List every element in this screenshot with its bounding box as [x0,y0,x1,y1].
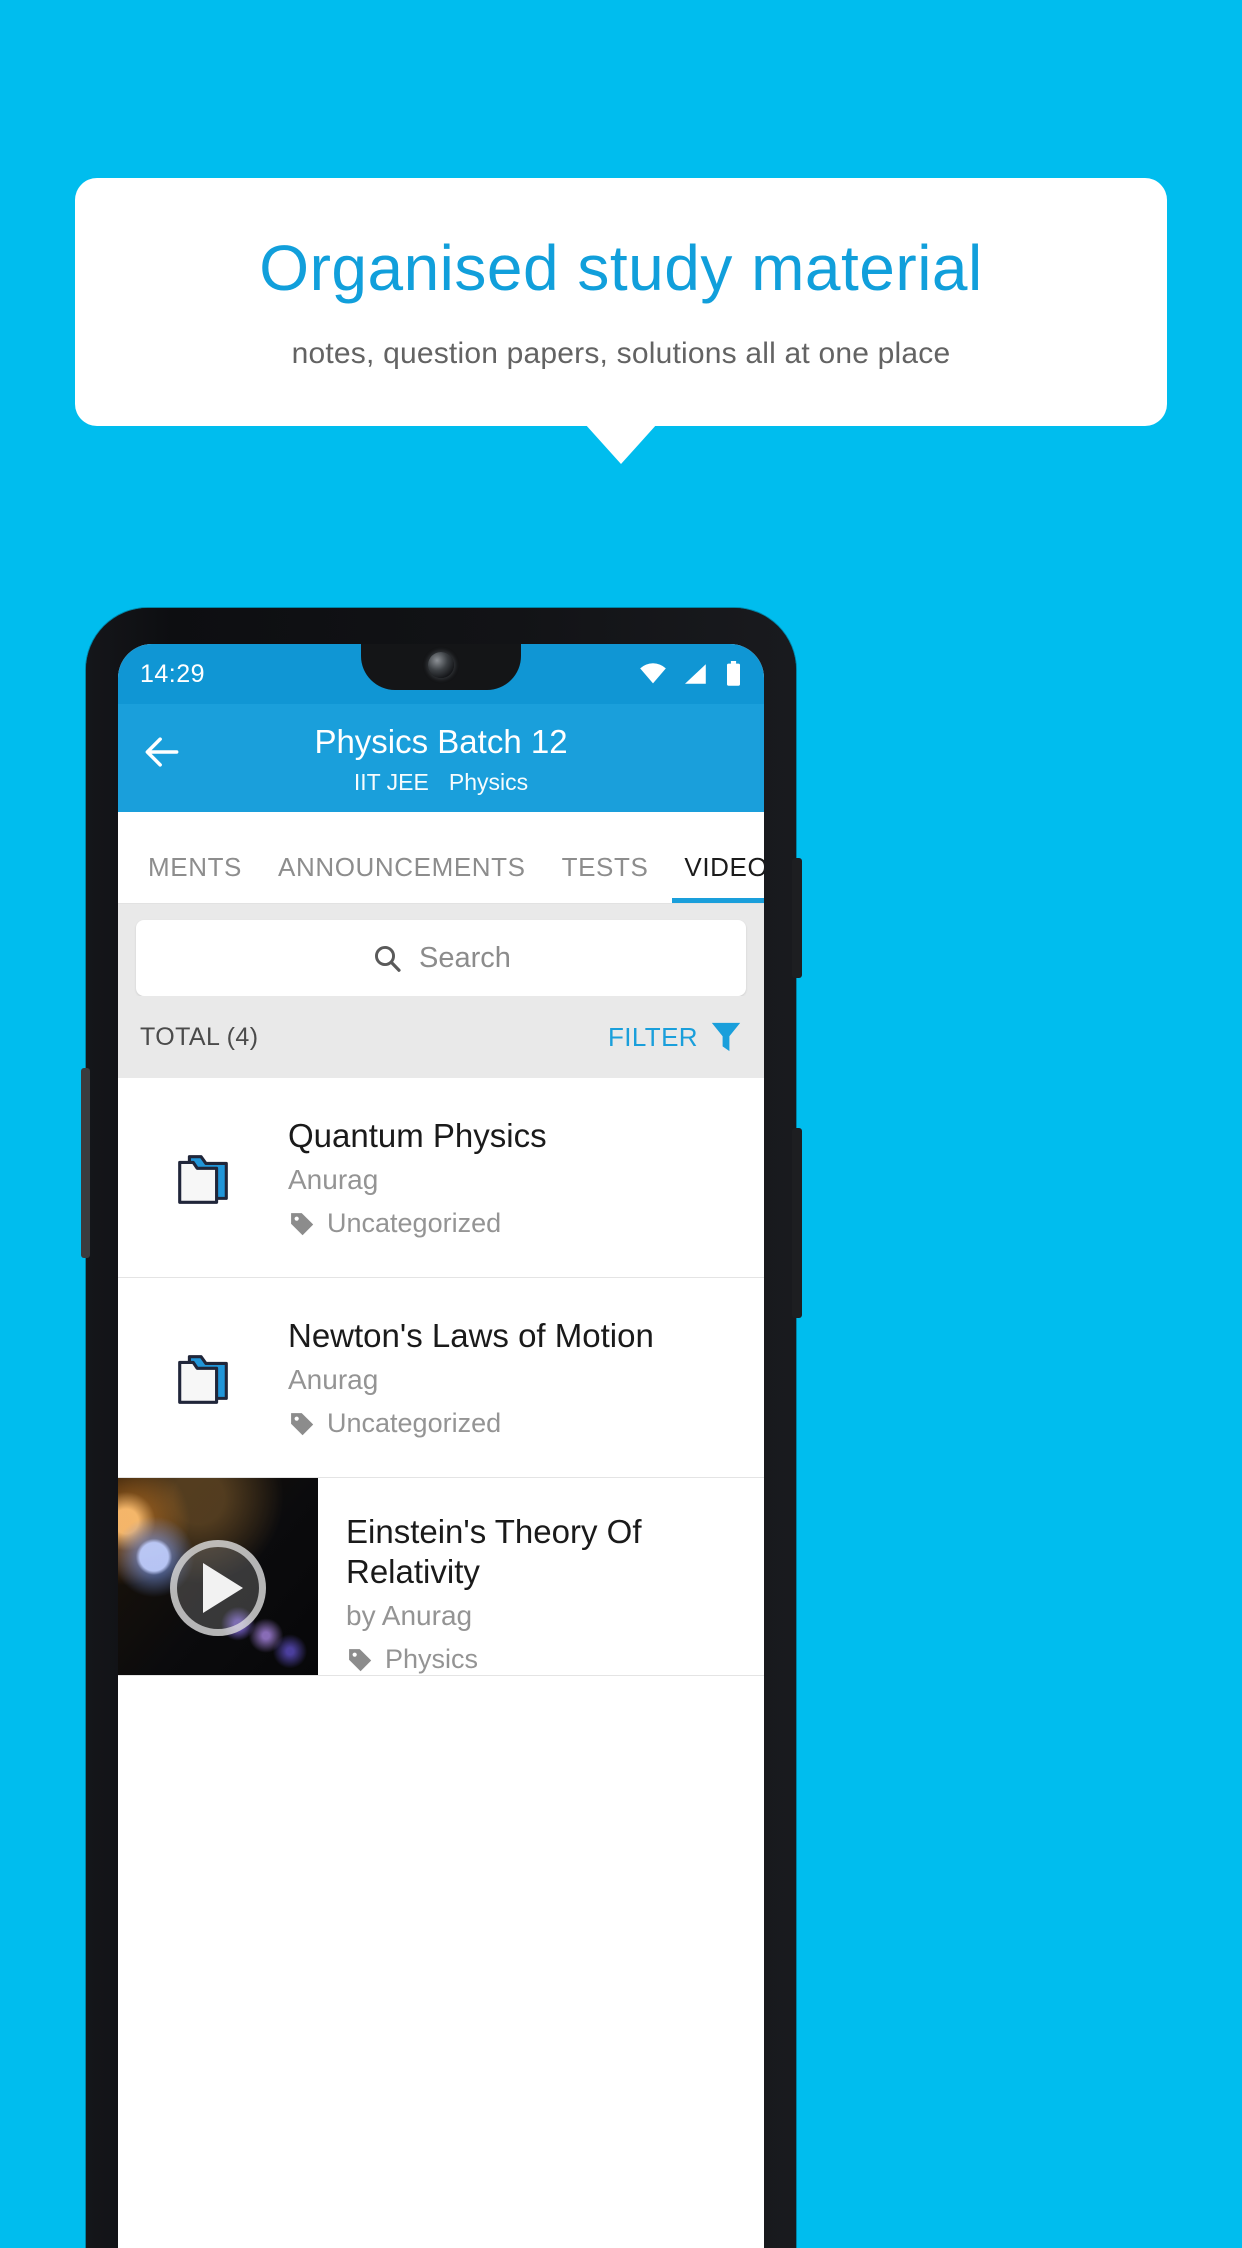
list-item[interactable]: Quantum Physics Anurag Uncategorized [118,1078,764,1278]
back-arrow-icon[interactable] [140,730,184,774]
list-item-text: Newton's Laws of Motion Anurag Uncategor… [288,1316,764,1440]
folder-icon [178,1154,228,1204]
list-item-icon [118,1145,288,1211]
list-toolbar: TOTAL (4) FILTER [118,996,764,1078]
list-item-title: Newton's Laws of Motion [288,1316,654,1354]
list-item-author: by Anurag [346,1600,473,1632]
promo-screenshot: Organised study material notes, question… [0,0,1242,2248]
promo-callout-bubble: Organised study material notes, question… [75,178,1167,426]
app-bar-titles: Physics Batch 12 IIT JEE Physics [118,720,764,796]
tab-tests[interactable]: TESTS [544,852,667,903]
phone-volume-button[interactable] [792,858,802,978]
wifi-icon [640,663,666,684]
battery-icon [727,661,740,686]
tab-bar: MENTS ANNOUNCEMENTS TESTS VIDEOS [118,812,764,904]
page-title: Physics Batch 12 [314,722,568,760]
status-bar: 14:29 [118,644,764,704]
tab-ments[interactable]: MENTS [130,852,260,903]
search-placeholder: Search [419,941,511,974]
phone-side-button-left[interactable] [81,1068,90,1258]
list-item-author: Anurag [288,1364,379,1396]
list-item-title: Einstein's Theory Of Relativity [346,1513,642,1590]
filter-funnel-icon [711,1022,741,1052]
app-bar: Physics Batch 12 IIT JEE Physics [118,704,764,812]
list-item-tag: Uncategorized [288,1408,750,1439]
subtitle-exam: IIT JEE [353,769,429,796]
status-bar-icons [639,661,742,687]
list-item-text: Einstein's Theory Of Relativity by Anura… [318,1478,764,1675]
promo-subtitle: notes, question papers, solutions all at… [291,337,951,371]
play-icon[interactable] [170,1540,266,1637]
signal-icon [685,664,706,684]
phone-power-button[interactable] [792,1128,802,1318]
search-input[interactable]: Search [136,920,746,996]
list-item-author: Anurag [288,1164,379,1196]
tab-announcements[interactable]: ANNOUNCEMENTS [260,852,544,903]
front-camera-icon [428,652,454,678]
video-list: Quantum Physics Anurag Uncategorized New… [118,1078,764,1677]
tag-icon [291,1412,314,1435]
bubble-tail [585,424,657,464]
list-item-tag-label: Physics [385,1644,479,1675]
tag-icon [291,1212,314,1235]
folder-icon [178,1354,228,1404]
total-count-label: TOTAL (4) [140,1022,259,1051]
tab-videos[interactable]: VIDEOS [666,852,764,903]
list-item-text: Quantum Physics Anurag Uncategorized [288,1116,764,1240]
promo-title: Organised study material [259,231,983,304]
filter-button[interactable]: FILTER [608,1020,742,1054]
list-item-icon [118,1345,288,1411]
status-bar-clock: 14:29 [140,659,206,688]
list-item-tag-label: Uncategorized [327,1408,502,1439]
list-item-title: Quantum Physics [288,1116,547,1154]
list-item-tag-label: Uncategorized [327,1208,502,1239]
list-item-tag: Uncategorized [288,1208,750,1239]
video-thumbnail[interactable] [118,1478,318,1676]
play-triangle [202,1563,243,1614]
list-item[interactable]: Newton's Laws of Motion Anurag Uncategor… [118,1278,764,1478]
search-icon [375,945,401,972]
tag-icon [349,1648,372,1671]
camera-notch [361,644,521,690]
page-subtitle: IIT JEE Physics [118,769,764,796]
filter-label: FILTER [607,1021,698,1052]
phone-device-frame: 14:29 Physics Batch 12 IIT JEE Physics M… [81,608,802,2248]
list-item[interactable]: Einstein's Theory Of Relativity by Anura… [118,1478,764,1677]
search-section: Search [118,904,764,996]
list-item-tag: Physics [346,1644,750,1675]
subtitle-subject: Physics [448,769,529,796]
phone-screen: 14:29 Physics Batch 12 IIT JEE Physics M… [118,644,764,2248]
